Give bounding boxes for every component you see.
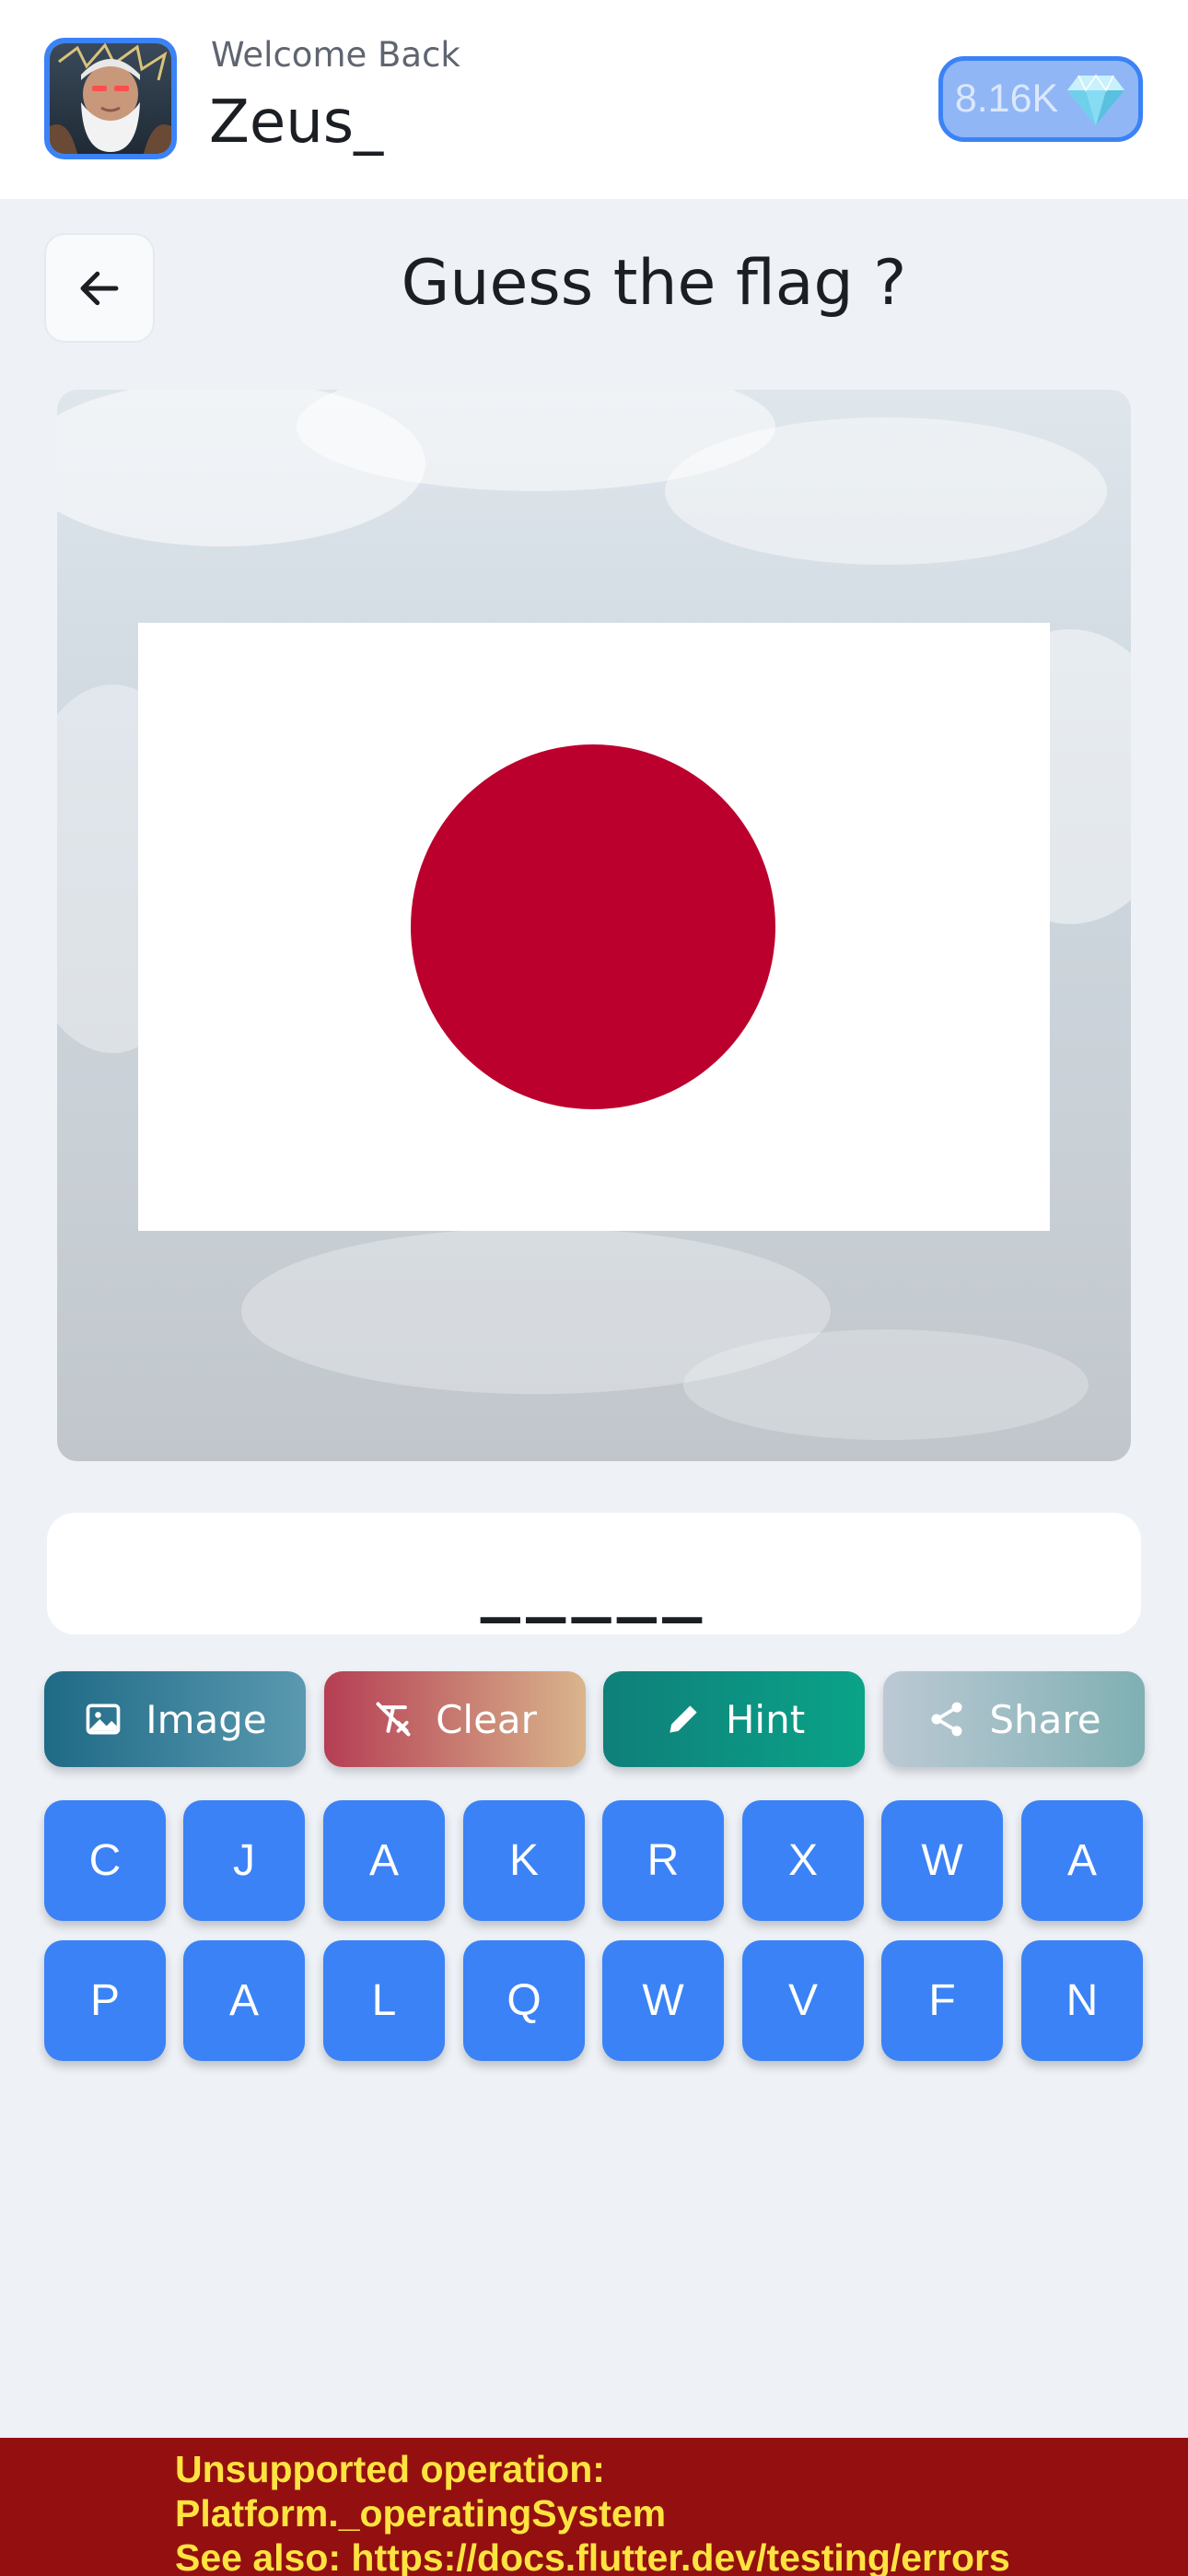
letter-key[interactable]: V xyxy=(742,1940,864,2061)
gems-balance-button[interactable]: 8.16K xyxy=(938,56,1143,142)
share-icon xyxy=(931,1702,962,1737)
error-line: See also: https://docs.flutter.dev/testi… xyxy=(175,2536,1010,2576)
back-button[interactable] xyxy=(44,233,155,343)
letter-key[interactable]: Q xyxy=(463,1940,585,2061)
hint-button[interactable]: Hint xyxy=(603,1671,865,1767)
image-icon xyxy=(86,1704,121,1735)
error-line: Unsupported operation: xyxy=(175,2448,605,2490)
gems-count: 8.16K xyxy=(954,76,1059,121)
flag-disc xyxy=(411,744,775,1109)
letter-key[interactable]: C xyxy=(44,1800,166,1921)
letter-key[interactable]: P xyxy=(44,1940,166,2061)
answer-field[interactable]: _____ xyxy=(47,1513,1141,1634)
letter-key[interactable]: R xyxy=(602,1800,724,1921)
letter-key[interactable]: A xyxy=(183,1940,305,2061)
zeus-avatar-icon xyxy=(50,43,171,154)
letter-key[interactable]: J xyxy=(183,1800,305,1921)
arrow-left-icon xyxy=(80,271,119,305)
username: Zeus_ xyxy=(209,88,384,157)
letter-key[interactable]: A xyxy=(323,1800,445,1921)
letter-key[interactable]: F xyxy=(881,1940,1003,2061)
image-button[interactable]: Image xyxy=(44,1671,306,1767)
diamond-icon xyxy=(1067,74,1125,125)
error-line: Platform._operatingSystem xyxy=(175,2492,667,2535)
letter-key[interactable]: L xyxy=(323,1940,445,2061)
flag-image-card xyxy=(57,390,1131,1461)
letter-key[interactable]: X xyxy=(742,1800,864,1921)
share-button[interactable]: Share xyxy=(883,1671,1145,1767)
image-button-label: Image xyxy=(146,1696,267,1742)
share-button-label: Share xyxy=(989,1696,1101,1742)
answer-slots: _____ xyxy=(480,1546,708,1623)
error-banner: Unsupported operation: Platform._operati… xyxy=(0,2438,1188,2576)
pencil-icon xyxy=(670,1705,697,1733)
clear-format-icon xyxy=(376,1702,411,1737)
hint-button-label: Hint xyxy=(725,1696,806,1742)
letter-key[interactable]: N xyxy=(1021,1940,1143,2061)
flag xyxy=(138,623,1050,1231)
letter-key[interactable]: A xyxy=(1021,1800,1143,1921)
app-header: Welcome Back Zeus_ 8.16K xyxy=(0,0,1188,199)
clear-button[interactable]: Clear xyxy=(324,1671,586,1767)
clear-button-label: Clear xyxy=(436,1696,537,1742)
error-message: Unsupported operation: Platform._operati… xyxy=(175,2447,1179,2576)
letter-key[interactable]: K xyxy=(463,1800,585,1921)
letter-key[interactable]: W xyxy=(881,1800,1003,1921)
welcome-label: Welcome Back xyxy=(211,35,460,75)
letter-key[interactable]: W xyxy=(602,1940,724,2061)
avatar[interactable] xyxy=(44,38,177,159)
page-title: Guess the flag ? xyxy=(401,247,907,320)
